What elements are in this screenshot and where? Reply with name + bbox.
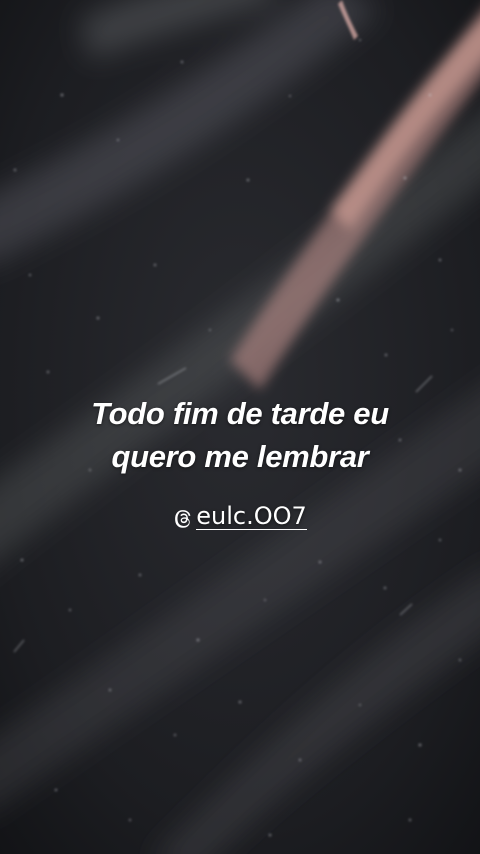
credit-handle-text[interactable]: eulc.OO7: [196, 503, 307, 530]
caption-line-2: quero me lembrar: [111, 439, 369, 474]
credit-handle-group[interactable]: eulc.OO7: [173, 503, 307, 530]
caption-line-1: Todo fim de tarde eu: [91, 396, 389, 431]
story-frame: Todo fim de tarde eu quero me lembrar eu…: [0, 0, 480, 854]
credit-handle[interactable]: eulc.OO7: [0, 503, 480, 537]
threads-icon: [175, 510, 191, 528]
story-caption: Todo fim de tarde eu quero me lembrar: [0, 392, 480, 478]
